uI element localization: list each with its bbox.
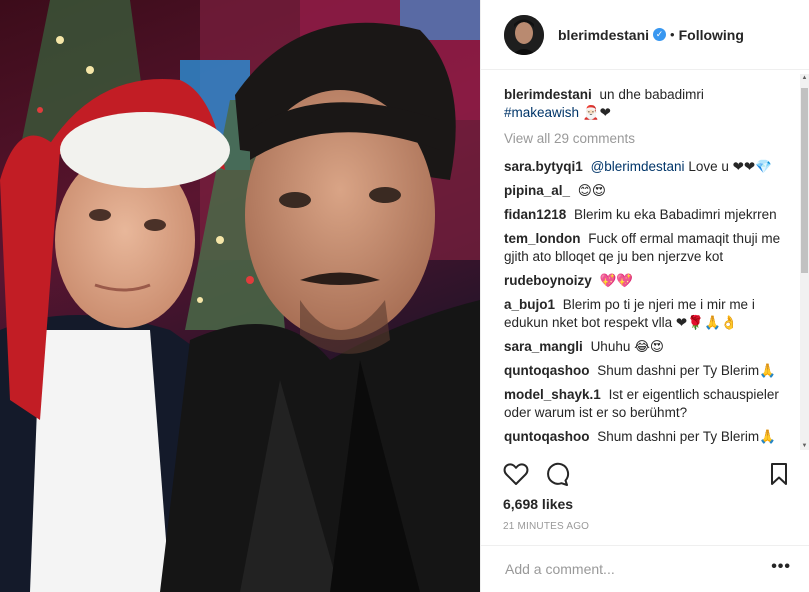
header-separator: • [670, 27, 675, 42]
comment-item: rudeboynoizy 💖💖 [504, 272, 789, 290]
heart-icon[interactable] [503, 462, 529, 486]
comment-item: sara.bytyqi1 @blerimdestani Love u ❤❤💎 [504, 158, 789, 176]
avatar[interactable] [504, 14, 544, 55]
comment-username[interactable]: a_bujo1 [504, 297, 555, 312]
comment-text: 😊😍 [577, 183, 606, 198]
post-photo[interactable] [0, 0, 480, 592]
scroll-up-arrow-icon[interactable]: ▲ [800, 75, 809, 81]
comment-username[interactable]: sara_mangli [504, 339, 583, 354]
comments-scrollbar[interactable]: ▲ ▼ [800, 74, 809, 450]
comment-mention[interactable]: @blerimdestani [591, 159, 685, 174]
post-timestamp: 21 MINUTES AGO [503, 521, 590, 532]
bookmark-icon[interactable] [769, 462, 789, 486]
comment-username[interactable]: pipina_al_ [504, 183, 570, 198]
caption-text: un dhe babadimri [599, 87, 704, 102]
comment-item: sara_mangli Uhuhu 😂😍 [504, 338, 789, 356]
add-comment-bar: ••• [480, 545, 809, 592]
comment-item: quntoqashoo Shum dashni per Ty Blerim🙏 [504, 428, 789, 446]
post-header: blerimdestani ✓ • Following [481, 0, 809, 70]
comment-username[interactable]: rudeboynoizy [504, 273, 592, 288]
comment-username[interactable]: fidan1218 [504, 207, 566, 222]
comment-text: Love u ❤❤💎 [688, 159, 773, 174]
view-all-comments-link[interactable]: View all 29 comments [504, 130, 789, 148]
comment-item: pipina_al_ 😊😍 [504, 182, 789, 200]
header-username[interactable]: blerimdestani [558, 27, 649, 43]
comment-item: quntoqashoo Shum dashni per Ty Blerim🙏 [504, 362, 789, 380]
comment-text: Shum dashni per Ty Blerim🙏 [597, 429, 776, 444]
instagram-post: blerimdestani ✓ • Following blerimdestan… [0, 0, 809, 592]
comment-text: 💖💖 [599, 273, 634, 288]
comment-username[interactable]: sara.bytyqi1 [504, 159, 583, 174]
caption-hashtag[interactable]: #makeawish [504, 105, 579, 120]
comment-username[interactable]: quntoqashoo [504, 363, 589, 378]
comment-item: tem_london Fuck off ermal mamaqit thuji … [504, 230, 789, 266]
selfie-image [0, 0, 480, 592]
comment-item: model_shayk.1 Ist er eigentlich schauspi… [504, 386, 789, 422]
comment-username[interactable]: tem_london [504, 231, 581, 246]
comment-text: Shum dashni per Ty Blerim🙏 [597, 363, 776, 378]
caption: blerimdestani un dhe babadimri #makeawis… [504, 86, 789, 122]
scroll-down-arrow-icon[interactable]: ▼ [800, 443, 809, 449]
likes-count[interactable]: 6,698 likes [503, 496, 573, 512]
following-button[interactable]: Following [679, 27, 744, 43]
comment-text: Uhuhu 😂😍 [590, 339, 664, 354]
scrollbar-thumb[interactable] [801, 88, 808, 273]
add-comment-input[interactable] [503, 560, 757, 578]
more-options-icon[interactable]: ••• [771, 558, 791, 576]
action-bar [503, 462, 793, 490]
caption-emoji: 🎅🏻❤ [582, 105, 611, 120]
comment-username[interactable]: quntoqashoo [504, 429, 589, 444]
comment-username[interactable]: model_shayk.1 [504, 387, 601, 402]
comment-item: fidan1218 Blerim ku eka Babadimri mjekrr… [504, 206, 789, 224]
verified-badge-icon: ✓ [653, 28, 667, 41]
comments-list: blerimdestani un dhe babadimri #makeawis… [504, 86, 789, 450]
comment-text: Blerim ku eka Babadimri mjekrren [574, 207, 777, 222]
comment-icon[interactable] [544, 462, 570, 486]
comment-item: a_bujo1 Blerim po ti je njeri me i mir m… [504, 296, 789, 332]
caption-username[interactable]: blerimdestani [504, 87, 592, 102]
